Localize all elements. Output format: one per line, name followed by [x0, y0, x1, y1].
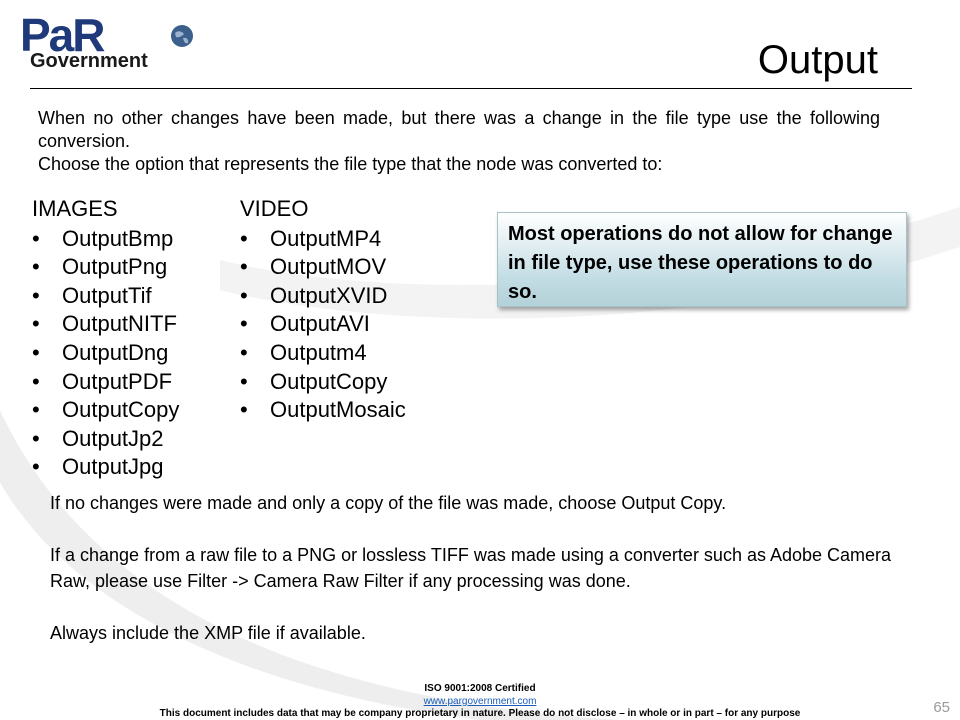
page-number: 65 — [933, 699, 950, 716]
list-item: • OutputCopy — [240, 368, 406, 397]
globe-icon — [171, 25, 193, 47]
video-list: • OutputMP4 • OutputMOV • OutputXVID • Outpu… — [240, 225, 406, 425]
list-item: • OutputBmp — [32, 225, 179, 254]
video-heading: VIDEO — [240, 196, 309, 221]
slide-title: Output — [757, 38, 878, 82]
list-item: • OutputJp2 — [32, 425, 179, 454]
logo-subtitle: Government — [30, 50, 148, 72]
callout-box: Most operations do not allow for change … — [497, 212, 907, 307]
list-item: • OutputMP4 — [240, 225, 406, 254]
bullet: • — [240, 368, 248, 394]
list-item: • OutputNITF — [32, 310, 179, 339]
list-item: • OutputMosaic — [240, 396, 406, 425]
bullet: • — [32, 397, 40, 423]
company-logo: PaR Government — [20, 12, 200, 76]
list-item-label: OutputXVID — [270, 282, 388, 308]
note-paragraph: If a change from a raw file to a PNG or … — [50, 545, 892, 591]
bullet: • — [32, 282, 40, 308]
footer-website-link[interactable]: www.pargovernment.com — [424, 696, 537, 709]
bullet: • — [32, 225, 40, 251]
footer: ISO 9001:2008 Certified www.pargovernmen… — [0, 683, 960, 720]
bullet: • — [240, 282, 248, 308]
list-item-label: OutputMosaic — [270, 397, 406, 423]
list-item-label: OutputTif — [62, 282, 152, 308]
list-item-label: OutputNITF — [62, 311, 177, 337]
list-item: • OutputDng — [32, 339, 179, 368]
list-item: • OutputXVID — [240, 282, 406, 311]
title-divider — [30, 88, 912, 89]
bullet: • — [32, 254, 40, 280]
list-item-label: OutputPng — [62, 254, 168, 280]
list-item-label: OutputCopy — [62, 397, 180, 423]
list-item: • OutputPDF — [32, 368, 179, 397]
intro-text: When no other changes have been made, bu… — [38, 107, 880, 176]
list-item: • Outputm4 — [240, 339, 406, 368]
notes-text: If no changes were made and only a copy … — [50, 490, 910, 672]
list-item-label: OutputAVI — [270, 311, 370, 337]
list-item: • OutputCopy — [32, 396, 179, 425]
bullet: • — [32, 454, 40, 480]
bullet: • — [240, 254, 248, 280]
list-item: • OutputMOV — [240, 253, 406, 282]
bullet: • — [32, 368, 40, 394]
images-heading: IMAGES — [32, 196, 118, 221]
images-column: IMAGES • OutputBmp • OutputPng • OutputTif … — [32, 195, 179, 482]
bullet: • — [240, 311, 248, 337]
list-item: • OutputPng — [32, 253, 179, 282]
note-paragraph: Always include the XMP file if available… — [50, 623, 366, 643]
list-item-label: OutputPDF — [62, 368, 173, 394]
list-item-label: OutputJpg — [62, 454, 164, 480]
list-item: • OutputAVI — [240, 310, 406, 339]
bullet: • — [32, 425, 40, 451]
intro-paragraph: When no other changes have been made, bu… — [38, 108, 880, 151]
intro-paragraph: Choose the option that represents the fi… — [38, 154, 663, 174]
footer-certification: ISO 9001:2008 Certified — [424, 683, 536, 694]
list-item: • OutputTif — [32, 282, 179, 311]
images-list: • OutputBmp • OutputPng • OutputTif • Output… — [32, 225, 179, 482]
list-item-label: OutputDng — [62, 339, 169, 365]
list-item: • OutputJpg — [32, 453, 179, 482]
list-item-label: Outputm4 — [270, 339, 367, 365]
bullet: • — [32, 311, 40, 337]
bullet: • — [240, 225, 248, 251]
note-paragraph: If no changes were made and only a copy … — [50, 493, 727, 513]
list-item-label: OutputMP4 — [270, 225, 382, 251]
list-item-label: OutputMOV — [270, 254, 387, 280]
bullet: • — [32, 339, 40, 365]
bullet: • — [240, 397, 248, 423]
bullet: • — [240, 339, 248, 365]
list-item-label: OutputBmp — [62, 225, 174, 251]
footer-disclaimer: This document includes data that may be … — [159, 708, 801, 719]
video-column: VIDEO • OutputMP4 • OutputMOV • OutputXVID … — [240, 195, 406, 425]
list-item-label: OutputJp2 — [62, 425, 164, 451]
list-item-label: OutputCopy — [270, 368, 388, 394]
